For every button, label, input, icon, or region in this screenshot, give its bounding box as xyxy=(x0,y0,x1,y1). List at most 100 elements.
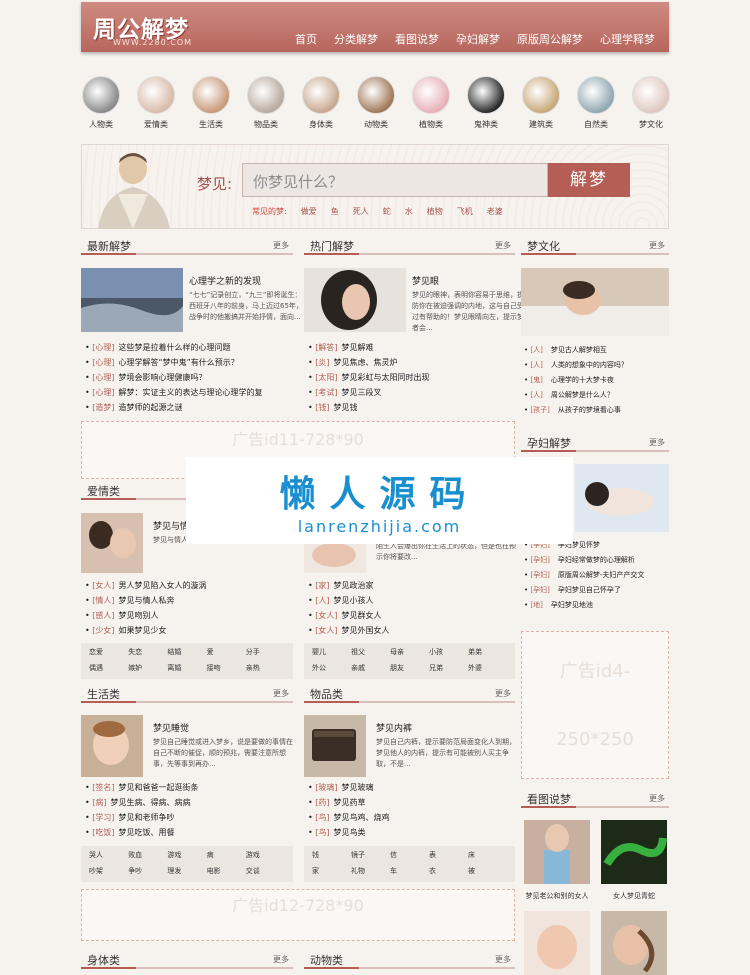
category-item[interactable]: 鬼神类 xyxy=(465,76,507,130)
list-item[interactable]: • [孕妇] 孕妇经常做梦的心理解析 xyxy=(524,555,669,570)
life-feature-title[interactable]: 梦见睡觉 xyxy=(153,721,189,734)
item-title[interactable]: 周公解梦是什么人？ xyxy=(551,391,614,399)
list-item[interactable]: • [解答] 梦见解难 xyxy=(308,342,516,357)
tag-link[interactable]: 电影 xyxy=(207,866,246,878)
pregnancy-more-link[interactable]: 更多 xyxy=(649,437,665,448)
item-title[interactable]: 梦见吻别人 xyxy=(119,611,159,620)
item-title[interactable]: 梦见玻璃 xyxy=(342,783,374,792)
item-title[interactable]: 梦见解难 xyxy=(342,343,374,352)
tag-link[interactable]: 理发 xyxy=(167,866,206,878)
hot-keyword[interactable]: 蛇 xyxy=(383,206,391,217)
tag-link[interactable]: 病 xyxy=(207,850,246,862)
tag-link[interactable]: 外婆 xyxy=(468,663,507,675)
item-title[interactable]: 梦见吃饭、用餐 xyxy=(119,828,175,837)
item-title[interactable]: 男人梦见陷入女人的漩涡 xyxy=(119,581,207,590)
tag-link[interactable]: 母亲 xyxy=(390,647,429,659)
tag-link[interactable]: 亲戚 xyxy=(351,663,390,675)
culture-more-link[interactable]: 更多 xyxy=(649,240,665,251)
hot-keyword[interactable]: 水 xyxy=(405,206,413,217)
list-item[interactable]: • [人] 梦见古人解梦相互 xyxy=(524,345,669,360)
category-item[interactable]: 自然类 xyxy=(575,76,617,130)
list-item[interactable]: • [孕妇] 原版周公解梦-夫妇产产交文 xyxy=(524,570,669,585)
item-title[interactable]: 从孩子的梦境看心事 xyxy=(558,406,621,414)
nav-picture[interactable]: 看图说梦 xyxy=(395,31,439,47)
tag-link[interactable]: 恋爱 xyxy=(89,647,128,659)
hot-keyword[interactable]: 做爱 xyxy=(301,206,317,217)
item-title[interactable]: 孕妇梦见地池 xyxy=(551,601,593,609)
category-item[interactable]: 动物类 xyxy=(355,76,397,130)
list-item[interactable]: • [签名] 梦见和爸爸一起逛街条 xyxy=(85,782,295,797)
list-item[interactable]: • [太阳] 梦见彩虹与太阳同时出现 xyxy=(308,372,516,387)
list-item[interactable]: • [造梦] 造梦师的起源之谜 xyxy=(85,402,295,417)
list-item[interactable]: • [人] 周公解梦是什么人？ xyxy=(524,390,669,405)
nav-original[interactable]: 原版周公解梦 xyxy=(517,31,583,47)
tag-link[interactable]: 家 xyxy=(312,866,351,878)
nav-pregnancy[interactable]: 孕妇解梦 xyxy=(456,31,500,47)
tag-link[interactable]: 失恋 xyxy=(128,647,167,659)
category-item[interactable]: 梦文化 xyxy=(630,76,672,130)
item-title[interactable]: 梦见政治家 xyxy=(334,581,374,590)
picture-caption-1[interactable]: 梦见老公和别的女人 xyxy=(519,891,595,901)
list-item[interactable]: • [孩子] 从孩子的梦境看心事 xyxy=(524,405,669,420)
list-item[interactable]: • [家] 梦见政治家 xyxy=(308,580,516,595)
tag-link[interactable]: 外公 xyxy=(312,663,351,675)
item-title[interactable]: 梦境会影响心理健康吗？ xyxy=(119,373,207,382)
list-item[interactable]: • [情人] 梦见与情人私奔 xyxy=(85,595,295,610)
item-title[interactable]: 梦见三段叉 xyxy=(342,388,382,397)
tag-link[interactable]: 哭人 xyxy=(89,850,128,862)
item-title[interactable]: 孕妇经常做梦的心理解析 xyxy=(558,556,635,564)
animal-more-link[interactable]: 更多 xyxy=(495,954,511,965)
category-item[interactable]: 人物类 xyxy=(80,76,122,130)
item-title[interactable]: 解梦：实证主义的表达与理论心理学的复 xyxy=(119,388,263,397)
tag-link[interactable]: 礼物 xyxy=(351,866,390,878)
category-item[interactable]: 生活类 xyxy=(190,76,232,130)
tag-link[interactable]: 接吻 xyxy=(207,663,246,675)
tag-link[interactable]: 朋友 xyxy=(390,663,429,675)
category-item[interactable]: 物品类 xyxy=(245,76,287,130)
item-title[interactable]: 心理学解答“梦中鬼”有什么预示？ xyxy=(119,358,239,367)
list-item[interactable]: • [心理] 这些梦是拉着什么样的心理问题 xyxy=(85,342,295,357)
picture-more-link[interactable]: 更多 xyxy=(649,793,665,804)
tag-link[interactable]: 交谈 xyxy=(246,866,285,878)
tag-link[interactable]: 亲热 xyxy=(246,663,285,675)
item-title[interactable]: 梦见鸟类 xyxy=(334,828,366,837)
tag-link[interactable]: 弟弟 xyxy=(468,647,507,659)
category-item[interactable]: 建筑类 xyxy=(520,76,562,130)
search-button[interactable]: 解梦 xyxy=(548,163,630,197)
list-item[interactable]: • [鸟] 梦见鸟类 xyxy=(308,827,516,842)
tag-link[interactable]: 争吵 xyxy=(128,866,167,878)
tag-link[interactable]: 游戏 xyxy=(246,850,285,862)
list-item[interactable]: • [鸟] 梦见鸟鸡、烧鸡 xyxy=(308,812,516,827)
list-item[interactable]: • [病] 梦见生病、得病、病病 xyxy=(85,797,295,812)
item-title[interactable]: 梦见外国女人 xyxy=(342,626,390,635)
pregnancy-feature-image[interactable] xyxy=(575,464,669,532)
tag-link[interactable]: 被 xyxy=(468,866,507,878)
item-title[interactable]: 梦见古人解梦相互 xyxy=(551,346,607,354)
category-item[interactable]: 爱情类 xyxy=(135,76,177,130)
list-item[interactable]: • [女人] 男人梦见陷入女人的漩涡 xyxy=(85,580,295,595)
list-item[interactable]: • [少女] 如果梦见少女 xyxy=(85,625,295,640)
search-input[interactable]: 你梦见什么？ xyxy=(242,163,548,197)
tag-link[interactable]: 衣 xyxy=(429,866,468,878)
category-item[interactable]: 身体类 xyxy=(300,76,342,130)
item-title[interactable]: 梦见小孩人 xyxy=(334,596,374,605)
item-title[interactable]: 梦见群女人 xyxy=(342,611,382,620)
tag-link[interactable]: 败血 xyxy=(128,850,167,862)
tag-link[interactable]: 婴儿 xyxy=(312,647,351,659)
items-feature[interactable]: 梦见内裤 梦见自己内裤，提示要防范局面变化人到期，梦见他人的内裤，提示有可能被别… xyxy=(304,715,516,781)
tag-link[interactable]: 爱 xyxy=(207,647,246,659)
tag-link[interactable]: 离婚 xyxy=(167,663,206,675)
list-item[interactable]: • [考试] 梦见三段叉 xyxy=(308,387,516,402)
item-title[interactable]: 梦见钱 xyxy=(334,403,358,412)
list-item[interactable]: • [地] 孕妇梦见地池 xyxy=(524,600,669,615)
latest-feature-title[interactable]: 心理学之新的发现 xyxy=(189,274,261,287)
item-title[interactable]: 梦见彩虹与太阳同时出现 xyxy=(342,373,430,382)
tag-link[interactable]: 结婚 xyxy=(167,647,206,659)
item-title[interactable]: 如果梦见少女 xyxy=(119,626,167,635)
list-item[interactable]: • [钱] 梦见钱 xyxy=(308,402,516,417)
hot-keyword[interactable]: 飞机 xyxy=(457,206,473,217)
life-more-link[interactable]: 更多 xyxy=(273,688,289,699)
items-feature-title[interactable]: 梦见内裤 xyxy=(376,721,412,734)
list-item[interactable]: • [玻璃] 梦见玻璃 xyxy=(308,782,516,797)
latest-feature[interactable]: 心理学之新的发现 “七七”记录创立，“九三”即将诞生：西班牙八年的前身，马上迈过… xyxy=(81,268,303,334)
